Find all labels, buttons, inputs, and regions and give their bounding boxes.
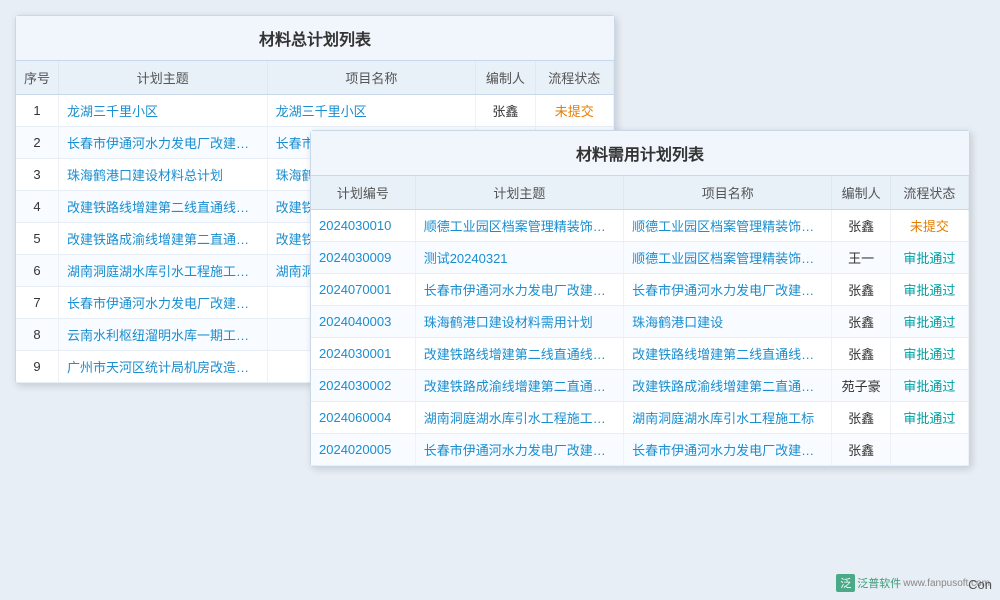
cell-code: 2024030010 [311,210,415,242]
th-theme: 计划主题 [59,61,268,95]
cell-status2: 审批通过 [890,274,968,306]
cell-theme2: 改建铁路线增建第二线直通线（成都... [415,338,623,370]
cell-theme2: 测试20240321 [415,242,623,274]
th-seq: 序号 [16,61,59,95]
cell-theme: 长春市伊通河水力发电厂改建工程合同材料... [59,127,268,159]
cell-editor2: 张鑫 [832,274,890,306]
th-project2: 项目名称 [624,176,832,210]
demand-plan-table: 计划编号 计划主题 项目名称 编制人 流程状态 2024030010 顺德工业园… [311,176,969,466]
cell-theme: 珠海鹤港口建设材料总计划 [59,159,268,191]
cell-theme2: 湖南洞庭湖水库引水工程施工标材... [415,402,623,434]
cell-project2: 长春市伊通河水力发电厂改建工程 [624,274,832,306]
cell-status2: 审批通过 [890,242,968,274]
cell-code: 2024040003 [311,306,415,338]
cell-theme: 云南水利枢纽溜明水库一期工程施工标材料... [59,319,268,351]
table-row[interactable]: 2024030010 顺德工业园区档案管理精装饰工程（... 顺德工业园区档案管… [311,210,969,242]
demand-plan-title: 材料需用计划列表 [311,131,969,176]
total-plan-title: 材料总计划列表 [16,16,614,61]
cell-editor2: 苑子豪 [832,370,890,402]
cell-seq: 3 [16,159,59,191]
cell-status: 未提交 [535,95,613,127]
cell-status2: 未提交 [890,210,968,242]
table-row[interactable]: 2024020005 长春市伊通河水力发电厂改建工程材... 长春市伊通河水力发… [311,434,969,466]
cell-seq: 9 [16,351,59,383]
cell-status2: 审批通过 [890,338,968,370]
cell-code: 2024030001 [311,338,415,370]
cell-project: 龙湖三千里小区 [267,95,476,127]
cell-code: 2024030002 [311,370,415,402]
th-status: 流程状态 [535,61,613,95]
cell-theme2: 改建铁路成渝线增建第二直通线（成... [415,370,623,402]
cell-theme: 广州市天河区统计局机房改造项目材料总计划 [59,351,268,383]
cell-editor2: 张鑫 [832,306,890,338]
th-editor2: 编制人 [832,176,890,210]
table-row[interactable]: 1 龙湖三千里小区 龙湖三千里小区 张鑫 未提交 [16,95,614,127]
cell-seq: 1 [16,95,59,127]
cell-theme2: 珠海鹤港口建设材料需用计划 [415,306,623,338]
cell-code: 2024060004 [311,402,415,434]
cell-seq: 4 [16,191,59,223]
cell-editor2: 张鑫 [832,434,890,466]
watermark-logo: 泛 [836,574,855,592]
cell-code: 2024070001 [311,274,415,306]
th-code: 计划编号 [311,176,415,210]
cell-theme2: 长春市伊通河水力发电厂改建工程合... [415,274,623,306]
cell-theme2: 顺德工业园区档案管理精装饰工程（... [415,210,623,242]
cell-editor2: 王一 [832,242,890,274]
cell-theme: 改建铁路线增建第二线直通线（成都-西安）... [59,191,268,223]
cell-seq: 2 [16,127,59,159]
th-editor: 编制人 [476,61,535,95]
cell-theme2: 长春市伊通河水力发电厂改建工程材... [415,434,623,466]
table-row[interactable]: 2024060004 湖南洞庭湖水库引水工程施工标材... 湖南洞庭湖水库引水工… [311,402,969,434]
cell-seq: 5 [16,223,59,255]
cell-status2 [890,434,968,466]
th-status2: 流程状态 [890,176,968,210]
demand-plan-panel: 材料需用计划列表 计划编号 计划主题 项目名称 编制人 流程状态 2024030… [310,130,970,467]
cell-theme: 湖南洞庭湖水库引水工程施工标材料总计划 [59,255,268,287]
cell-status2: 审批通过 [890,306,968,338]
cell-project2: 长春市伊通河水力发电厂改建工程 [624,434,832,466]
cell-project2: 改建铁路线增建第二线直通线（成都... [624,338,832,370]
cell-code: 2024030009 [311,242,415,274]
cell-project2: 顺德工业园区档案管理精装饰工程（... [624,242,832,274]
cell-project2: 湖南洞庭湖水库引水工程施工标 [624,402,832,434]
cell-theme: 龙湖三千里小区 [59,95,268,127]
cell-project2: 顺德工业园区档案管理精装饰工程（... [624,210,832,242]
cell-project2: 改建铁路成渝线增建第二直通线（成... [624,370,832,402]
cell-editor2: 张鑫 [832,402,890,434]
watermark: 泛 泛普软件 www.fanpusoft.com [836,574,990,592]
cell-theme: 改建铁路成渝线增建第二直通线（成渝枢纽... [59,223,268,255]
cell-seq: 6 [16,255,59,287]
cell-code: 2024020005 [311,434,415,466]
table-row[interactable]: 2024030002 改建铁路成渝线增建第二直通线（成... 改建铁路成渝线增建… [311,370,969,402]
cell-seq: 7 [16,287,59,319]
th-project: 项目名称 [267,61,476,95]
table-row[interactable]: 2024030001 改建铁路线增建第二线直通线（成都... 改建铁路线增建第二… [311,338,969,370]
table-row[interactable]: 2024070001 长春市伊通河水力发电厂改建工程合... 长春市伊通河水力发… [311,274,969,306]
watermark-text: 泛普软件 [857,575,901,591]
table-row[interactable]: 2024040003 珠海鹤港口建设材料需用计划 珠海鹤港口建设 张鑫 审批通过 [311,306,969,338]
cell-seq: 8 [16,319,59,351]
cell-project2: 珠海鹤港口建设 [624,306,832,338]
cell-editor2: 张鑫 [832,338,890,370]
table-row[interactable]: 2024030009 测试20240321 顺德工业园区档案管理精装饰工程（..… [311,242,969,274]
cell-status2: 审批通过 [890,370,968,402]
cell-editor: 张鑫 [476,95,535,127]
bottom-label: Con [968,577,992,592]
th-theme2: 计划主题 [415,176,623,210]
cell-editor2: 张鑫 [832,210,890,242]
cell-theme: 长春市伊通河水力发电厂改建工程材料总计划 [59,287,268,319]
cell-status2: 审批通过 [890,402,968,434]
